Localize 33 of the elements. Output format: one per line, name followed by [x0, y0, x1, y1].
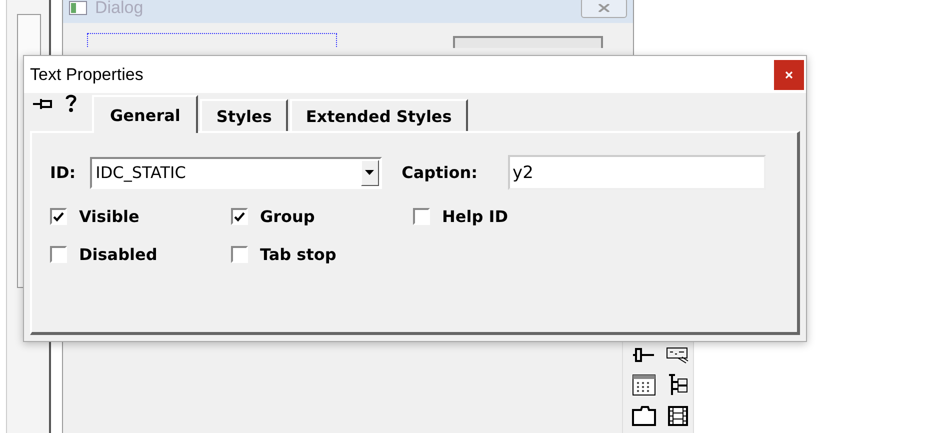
checkbox[interactable] [50, 208, 67, 225]
window-icon [69, 1, 87, 15]
pushpin-icon[interactable] [32, 97, 54, 111]
tab[interactable]: Extended Styles [290, 99, 468, 131]
checkbox-label: Group [260, 207, 315, 226]
tab-tool-icon[interactable] [632, 406, 656, 426]
close-icon [784, 70, 794, 80]
checkbox-label: Tab stop [260, 245, 336, 264]
dropdown-button[interactable] [360, 160, 379, 186]
ip-address-tool-icon[interactable] [666, 346, 690, 364]
caption-field[interactable]: y2 [508, 155, 766, 190]
tab[interactable]: Styles [200, 99, 288, 131]
tree-tool-icon[interactable] [666, 374, 690, 396]
tab[interactable]: General [92, 95, 198, 133]
checkbox[interactable] [50, 246, 67, 263]
close-button[interactable] [774, 60, 804, 90]
film-strip-icon[interactable] [666, 406, 690, 426]
dialog-title: Dialog [95, 0, 144, 18]
close-icon [597, 4, 611, 12]
caret-icon [365, 170, 374, 175]
caption-label: Caption: [402, 163, 478, 182]
window-title: Text Properties [30, 64, 144, 84]
id-combo-box[interactable]: IDC_STATIC [90, 156, 382, 188]
checkbox[interactable] [413, 208, 430, 225]
checkbox[interactable] [231, 246, 248, 263]
checkbox-label: Visible [79, 207, 140, 226]
calendar-tool-icon[interactable] [632, 374, 656, 396]
slider-tool-icon[interactable] [632, 346, 656, 364]
help-icon[interactable] [64, 93, 78, 113]
id-label: ID: [50, 163, 76, 182]
checkbox[interactable] [231, 208, 248, 225]
checkbox-label: Disabled [79, 245, 158, 264]
checkbox-label: Help ID [442, 207, 508, 226]
